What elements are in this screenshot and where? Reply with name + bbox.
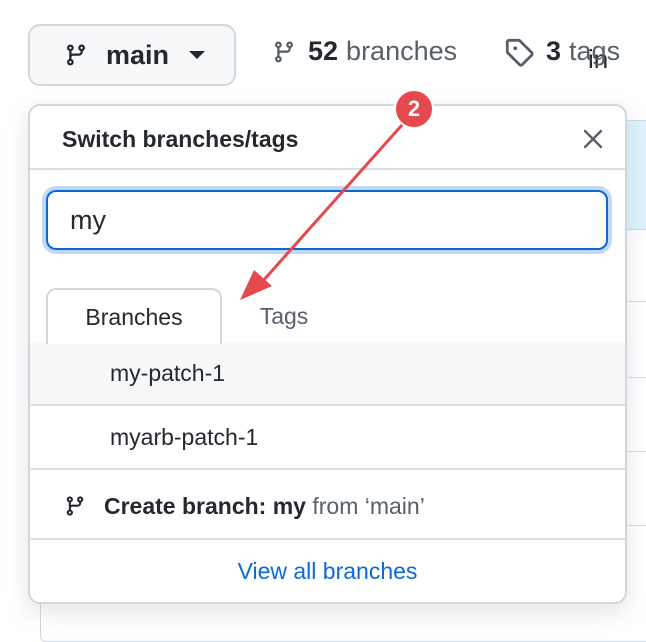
close-icon[interactable] xyxy=(582,128,604,150)
tab-tags[interactable]: Tags xyxy=(236,288,332,344)
tags-count-link[interactable]: 3 tags xyxy=(504,36,620,67)
tags-label: tags xyxy=(569,36,621,66)
branch-switcher-dropdown: Switch branches/tags Branches Tags my-pa… xyxy=(28,104,627,604)
branches-count: 52 xyxy=(308,36,339,66)
tag-icon xyxy=(505,38,534,67)
chevron-down-icon xyxy=(189,51,206,59)
branch-name: my-patch-1 xyxy=(110,359,226,386)
git-branch-icon xyxy=(66,496,84,516)
branch-select-button[interactable]: main xyxy=(28,24,236,86)
branch-filter-input[interactable] xyxy=(46,190,608,250)
dropdown-title: Switch branches/tags xyxy=(62,126,299,152)
create-branch-prefix: Create branch: xyxy=(104,492,273,519)
annotation-badge: 2 xyxy=(394,89,434,129)
branch-list: my-patch-1 myarb-patch-1 xyxy=(30,342,625,470)
tags-count: 3 xyxy=(546,36,562,66)
create-branch-name: my xyxy=(272,492,306,519)
git-branch-icon xyxy=(274,41,293,63)
branches-label: branches xyxy=(346,36,458,66)
tab-branches[interactable]: Branches xyxy=(46,288,222,344)
create-branch-button[interactable]: Create branch: my from ‘main’ xyxy=(30,474,625,540)
current-branch-label: main xyxy=(106,39,170,70)
branches-count-link[interactable]: 52 branches xyxy=(272,36,457,67)
create-branch-source: from ‘main’ xyxy=(305,492,425,519)
git-branch-icon xyxy=(66,44,85,66)
list-item[interactable]: myarb-patch-1 xyxy=(30,406,625,470)
dropdown-tabs: Branches Tags xyxy=(30,272,625,344)
view-all-branches-link[interactable]: View all branches xyxy=(30,538,625,602)
dropdown-header: Switch branches/tags xyxy=(30,106,625,168)
search-section xyxy=(30,168,625,274)
list-item[interactable]: my-patch-1 xyxy=(30,342,625,406)
branch-name: myarb-patch-1 xyxy=(110,423,259,450)
